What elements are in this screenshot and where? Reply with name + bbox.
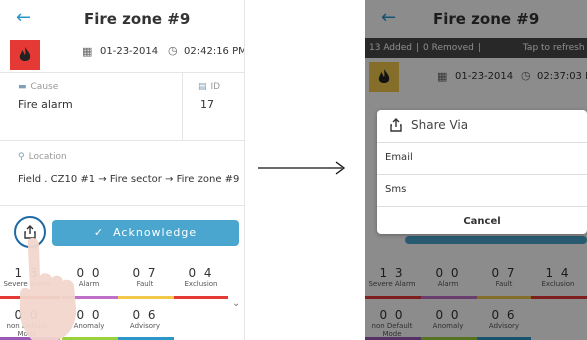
comparison-illustration: ← Fire zone #9 ▦ 01-23-2014 ◷ 02:42:16 P…	[0, 0, 587, 340]
divider	[0, 72, 244, 73]
share-icon	[390, 118, 402, 132]
cause-label: ▬ Cause	[18, 82, 59, 92]
transition-arrow-icon	[258, 161, 346, 175]
cause-value: Fire alarm	[18, 98, 73, 111]
clock-icon: ◷	[168, 44, 178, 57]
counter-exclusion[interactable]: 0 4 Exclusion	[174, 266, 228, 288]
share-option-email[interactable]: Email	[385, 152, 413, 163]
right-phone-screen: ← Fire zone #9 13 Added | 0 Removed | Tap to…	[365, 0, 587, 340]
id-label: ▤ ID	[198, 82, 221, 92]
counter-advisory[interactable]: 0 6 Advisory	[118, 308, 172, 330]
share-option-sms[interactable]: Sms	[385, 184, 406, 195]
chevron-down-icon[interactable]: ⌄	[232, 298, 240, 309]
share-via-dialog: Share Via Email Sms Cancel	[377, 110, 587, 234]
divider	[377, 206, 587, 207]
exclusion-color-bar	[174, 296, 228, 299]
location-pin-icon: ⚲	[18, 152, 25, 162]
id-card-icon: ▤	[198, 82, 207, 92]
divider	[0, 205, 244, 206]
event-date: 01-23-2014	[100, 46, 159, 57]
dialog-title: Share Via	[389, 118, 468, 132]
check-icon: ✓	[93, 226, 105, 239]
divider	[182, 72, 183, 140]
divider	[0, 140, 244, 141]
page-title: Fire zone #9	[84, 10, 191, 28]
event-time: 02:42:16 PM	[184, 46, 245, 57]
top-bar: ← Fire zone #9	[0, 0, 244, 38]
comment-icon: ▬	[18, 82, 27, 92]
divider	[377, 174, 587, 175]
left-phone-screen: ← Fire zone #9 ▦ 01-23-2014 ◷ 02:42:16 P…	[0, 0, 245, 340]
pointing-finger-icon	[20, 237, 77, 340]
location-label: ⚲ Location	[18, 152, 67, 162]
back-arrow-icon[interactable]: ←	[16, 9, 31, 27]
calendar-icon: ▦	[82, 45, 93, 58]
cancel-button[interactable]: Cancel	[377, 216, 587, 227]
id-value: 17	[200, 98, 214, 111]
counter-fault[interactable]: 0 7 Fault	[118, 266, 172, 288]
fire-icon	[10, 40, 40, 70]
divider	[377, 142, 587, 143]
fault-color-bar	[118, 296, 174, 299]
location-value: Field . CZ10 #1 → Fire sector → Fire zon…	[18, 174, 240, 185]
